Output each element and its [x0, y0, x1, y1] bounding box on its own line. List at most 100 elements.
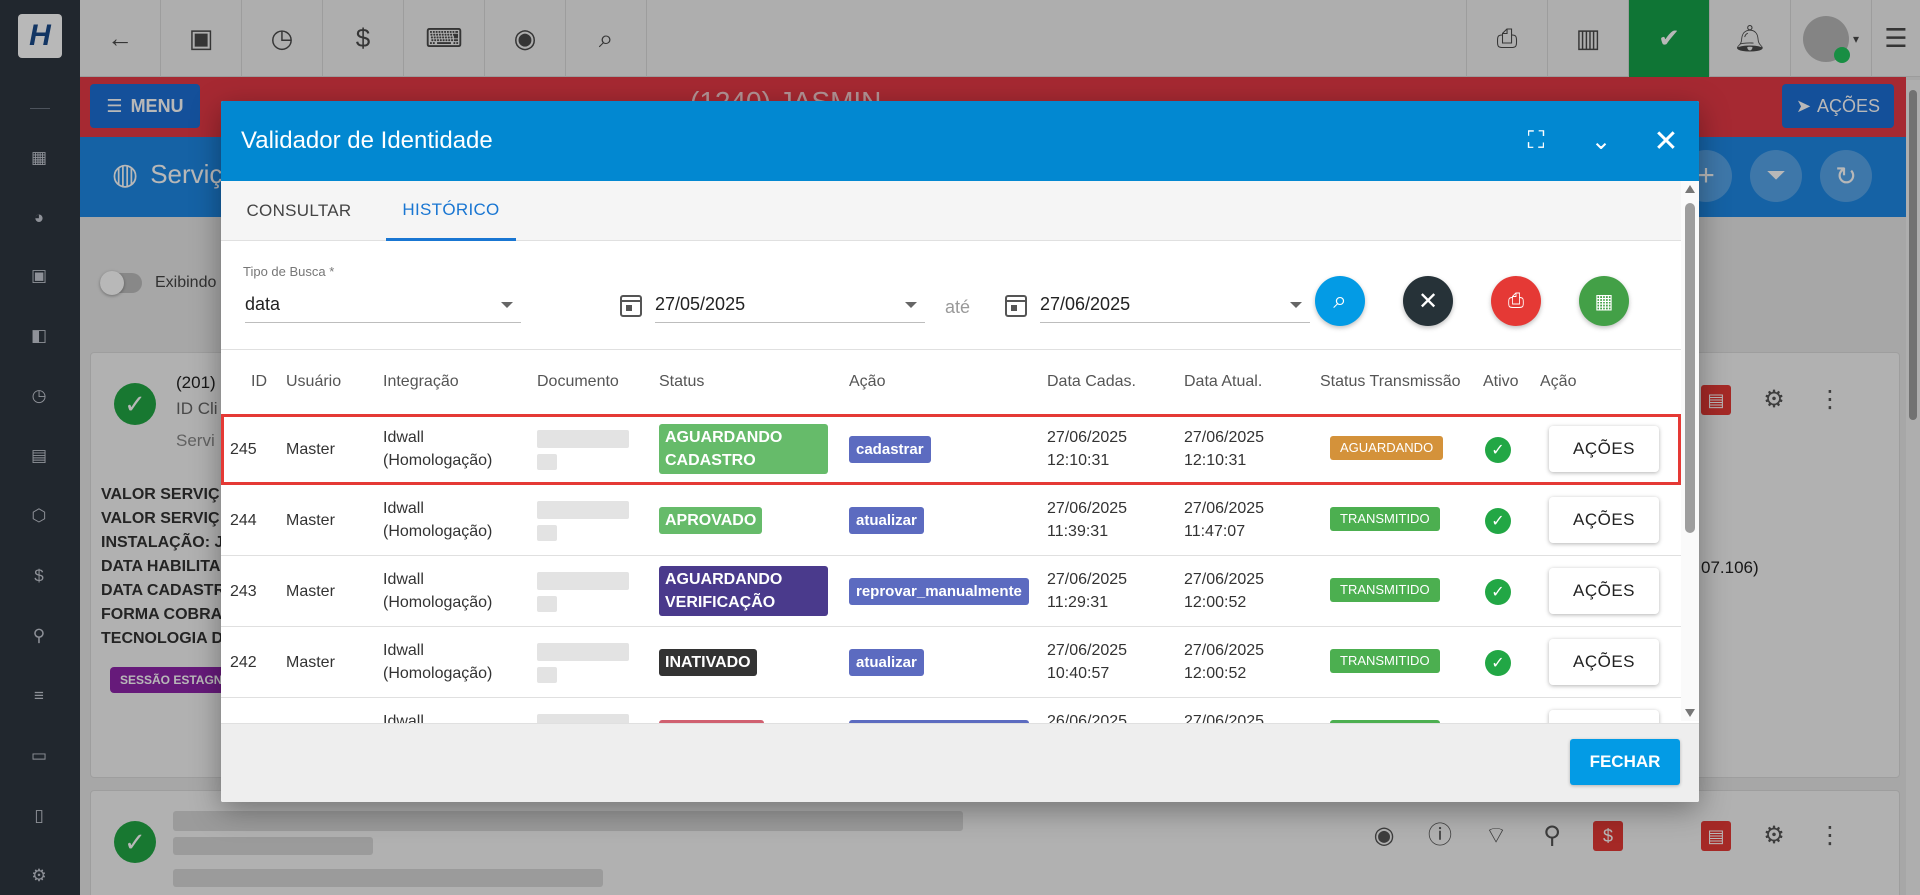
export-excel-button[interactable]: ▦ [1579, 276, 1629, 326]
integracao-name: Idwall [383, 713, 424, 723]
fechar-button[interactable]: FECHAR [1570, 739, 1680, 785]
document-blurred [537, 501, 629, 519]
date-to-input[interactable]: 27/06/2025 [1040, 287, 1310, 323]
cell-data-cadastro: 27/06/2025 11:39:31 [1047, 497, 1127, 543]
integracao-env: (Homologação) [383, 452, 493, 469]
status-badge: APROVADO [659, 507, 763, 534]
acoes-button[interactable]: AÇÕES [1549, 497, 1659, 543]
transmissao-badge: TRANSMITIDO [1330, 507, 1440, 531]
status-badge: AGUARDANDO CADASTRO [659, 424, 828, 474]
col-header-ativo: Ativo [1483, 373, 1519, 390]
cell-integracao: Idwall (Homologação) [383, 568, 492, 614]
date-from-input[interactable]: 27/05/2025 [655, 287, 925, 323]
cell-data-atualizacao: 27/06/2025 11:47:07 [1184, 497, 1264, 543]
col-header-data-cadastro: Data Cadas. [1047, 373, 1136, 390]
acoes-button[interactable]: AÇÕES [1549, 426, 1659, 472]
fullscreen-icon[interactable]: ⛶ [1518, 123, 1554, 159]
pdf-icon: ⎙ [1508, 289, 1524, 312]
data-cadastro-time: 11:39:31 [1047, 523, 1109, 540]
document-blurred [537, 643, 629, 661]
tipo-busca-select[interactable]: data [245, 287, 521, 323]
history-table: ID Usuário Integração Documento Status A… [221, 349, 1681, 723]
acoes-button[interactable]: AÇÕES [1549, 639, 1659, 685]
cell-data-cadastro: 27/06/2025 10:40:57 [1047, 639, 1127, 685]
scroll-up-arrow-icon[interactable] [1685, 185, 1695, 193]
cell-integracao: Idwall (Homologação) [383, 426, 492, 472]
chevron-down-icon[interactable]: ⌄ [1583, 123, 1619, 159]
table-row[interactable]: 244 Master Idwall (Homologação) APROVADO atua… [221, 485, 1681, 556]
acoes-button[interactable]: AÇÕES [1549, 568, 1659, 614]
chevron-down-icon [905, 302, 917, 308]
close-icon[interactable]: ✕ [1648, 123, 1684, 159]
modal-footer [221, 723, 1699, 802]
data-atualizacao-date: 27/06/2025 [1184, 642, 1265, 659]
cell-usuario: Master [286, 583, 335, 600]
data-atualizacao-time: 12:00:52 [1184, 665, 1247, 682]
clear-button[interactable]: ✕ [1403, 276, 1453, 326]
cell-id: 245 [230, 441, 257, 458]
cell-usuario: Master [286, 654, 335, 671]
status-line-1: APROVADO [665, 512, 757, 529]
scroll-down-arrow-icon[interactable] [1685, 709, 1695, 717]
modal-scrollbar-thumb[interactable] [1685, 203, 1695, 533]
col-header-documento: Documento [537, 373, 619, 390]
tipo-busca-label: Tipo de Busca * [243, 264, 335, 279]
table-row[interactable]: 242 Master Idwall (Homologação) INATIVADO atu… [221, 627, 1681, 698]
col-header-acao: Ação [849, 373, 886, 390]
transmissao-badge: TRANSMITIDO [1330, 578, 1440, 602]
integracao-name: Idwall [383, 571, 424, 588]
acao-badge: reprovar_manualmente [849, 578, 1029, 605]
cell-id: 244 [230, 512, 257, 529]
cell-integracao: Idwall [383, 710, 424, 723]
data-cadastro-date: 27/06/2025 [1047, 642, 1128, 659]
status-line-1: INATIVADO [665, 654, 751, 671]
col-header-acao-2: Ação [1540, 373, 1577, 390]
data-atualizacao-date: 27/06/2025 [1184, 500, 1265, 517]
table-row[interactable]: 243 Master Idwall (Homologação) AGUARDANDO VE… [221, 556, 1681, 627]
tab-historico[interactable]: HISTÓRICO [386, 181, 516, 241]
date-to-value: 27/06/2025 [1040, 294, 1131, 314]
transmissao-badge: TRANSMITIDO [1330, 649, 1440, 673]
calendar-icon [620, 295, 642, 317]
active-check-icon: ✓ [1485, 650, 1511, 676]
data-cadastro-date: 26/06/2025 [1047, 713, 1128, 723]
table-row[interactable]: 245 Master Idwall (Homologação) AGUARDANDO CA… [221, 414, 1681, 485]
data-cadastro-time: 11:29:31 [1047, 594, 1109, 611]
data-cadastro-date: 27/06/2025 [1047, 571, 1128, 588]
search-button[interactable]: ⌕ [1315, 276, 1365, 326]
acao-badge: atualizar [849, 507, 924, 534]
document-blurred [537, 525, 557, 541]
document-blurred [537, 714, 629, 723]
col-header-integracao: Integração [383, 373, 459, 390]
cell-data-atualizacao: 27/06/2025 12:10:31 [1184, 426, 1264, 472]
tab-consultar[interactable]: CONSULTAR [239, 181, 359, 241]
col-header-data-atualizacao: Data Atual. [1184, 373, 1263, 390]
col-header-status-transmissao: Status Transmissão [1320, 373, 1461, 390]
tipo-busca-value: data [245, 294, 281, 314]
document-blurred [537, 572, 629, 590]
cell-integracao: Idwall (Homologação) [383, 639, 492, 685]
modal-header: Validador de Identidade ⛶ ⌄ ✕ [221, 101, 1699, 181]
acao-badge: atualizar [849, 649, 924, 676]
integracao-env: (Homologação) [383, 665, 493, 682]
chevron-down-icon [501, 302, 513, 308]
data-atualizacao-date: 27/06/2025 [1184, 429, 1265, 446]
identity-validator-modal: Validador de Identidade ⛶ ⌄ ✕ CONSULTAR … [221, 101, 1699, 802]
cell-data-atualizacao: 27/06/2025 12:00:52 [1184, 639, 1264, 685]
integracao-env: (Homologação) [383, 523, 493, 540]
acoes-button[interactable] [1549, 710, 1659, 723]
table-row[interactable]: Idwall26/06/202527/06/2025✓ [221, 698, 1681, 723]
col-header-id: ID [251, 373, 267, 390]
data-atualizacao-time: 11:47:07 [1184, 523, 1246, 540]
export-pdf-button[interactable]: ⎙ [1491, 276, 1541, 326]
modal-scrollbar[interactable] [1681, 181, 1699, 721]
cell-data-cadastro: 27/06/2025 12:10:31 [1047, 426, 1127, 472]
data-cadastro-time: 10:40:57 [1047, 665, 1110, 682]
active-check-icon: ✓ [1485, 508, 1511, 534]
data-atualizacao-date: 27/06/2025 [1184, 713, 1265, 723]
active-check-icon: ✓ [1485, 579, 1511, 605]
transmissao-badge: AGUARDANDO [1330, 436, 1444, 460]
status-line-2: CADASTRO [665, 452, 756, 469]
cell-usuario: Master [286, 441, 335, 458]
acao-badge: cadastrar [849, 436, 931, 463]
